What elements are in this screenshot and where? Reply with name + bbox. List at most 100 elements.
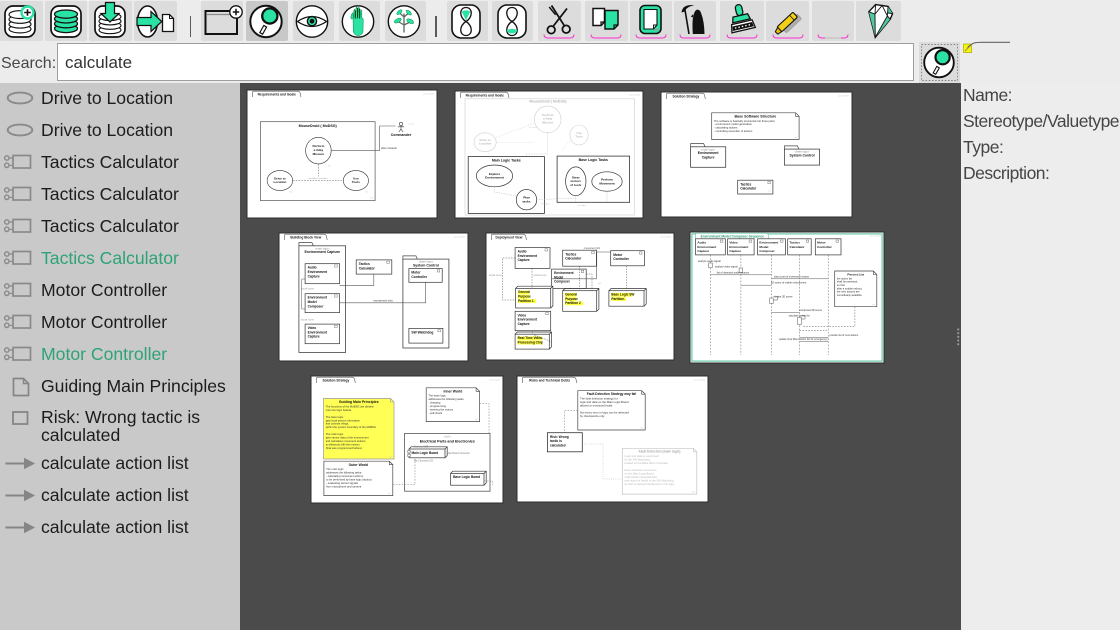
svg-text:Capture: Capture	[308, 274, 320, 278]
svg-text:Calculator: Calculator	[565, 257, 582, 261]
svg-text:The main logic: The main logic	[326, 432, 344, 436]
svg-text:actual scene: actual scene	[301, 318, 315, 321]
svg-text:Composer: Composer	[554, 280, 571, 284]
svg-text:allows for unnoticed faults:: allows for unnoticed faults:	[580, 403, 613, 407]
svg-text:tbd: tbd	[640, 427, 643, 430]
svg-text:tbd: tbd	[794, 136, 797, 139]
svg-text:Capture: Capture	[518, 322, 530, 326]
svg-text:Camera, USB: Camera, USB	[414, 446, 429, 449]
svg-text:Base Software Structure: Base Software Structure	[735, 115, 777, 119]
svg-text:addresses the following tasks:: addresses the following tasks:	[428, 397, 464, 401]
svg-text:- programming: - programming	[428, 404, 446, 408]
svg-text:Inner World: Inner World	[444, 389, 463, 393]
svg-text:Partition: Partition	[611, 297, 624, 301]
svg-text:- evaluating sensor signals: - evaluating sensor signals	[326, 481, 358, 485]
svg-text:Mic Connector I2S: Mic Connector I2S	[414, 460, 433, 463]
svg-text:Deployment View: Deployment View	[496, 235, 523, 239]
svg-text:Commander: Commander	[391, 133, 412, 137]
svg-text:Tools: Tools	[575, 135, 583, 139]
svg-text:Composer: Composer	[759, 249, 775, 253]
svg-text:actual scene: actual scene	[301, 287, 315, 290]
svg-text:MouseDroid ( MoDSG): MouseDroid ( MoDSG)	[529, 100, 566, 104]
svg-text:Mission: Mission	[313, 152, 325, 156]
svg-text:Environment Model Composer Seq: Environment Model Composer Sequence	[701, 234, 765, 238]
svg-text:Main Logic Tasks: Main Logic Tasks	[492, 159, 521, 163]
svg-text:Low-D3000: Low-D3000	[870, 235, 882, 237]
svg-text:Capture: Capture	[702, 155, 715, 159]
svg-text:Location: Location	[273, 180, 286, 184]
svg-text:gets local sensor information: gets local sensor information	[326, 418, 361, 422]
svg-text:within the system boundary of: within the system boundary of the MoBSG.	[326, 425, 377, 429]
svg-text:Solution Strategy: Solution Strategy	[322, 378, 349, 382]
svg-text:onto two logic boards.: onto two logic boards.	[326, 408, 352, 412]
svg-text:movement info: movement info	[373, 298, 393, 302]
svg-text:Lxx-D3: Lxx-D3	[408, 124, 414, 126]
svg-text:Requirements and Goals: Requirements and Goals	[466, 93, 504, 97]
svg-text:Low-D3000: Low-D3000	[489, 379, 501, 381]
svg-text:Calculator: Calculator	[740, 187, 757, 191]
svg-text:Movement: Movement	[599, 181, 614, 185]
svg-text:Low-D3000: Low-D3000	[423, 93, 435, 95]
svg-text:step count of movement motors: step count of movement motors	[774, 275, 810, 278]
svg-text:Outer World: Outer World	[349, 463, 369, 467]
svg-text:MouseDroid ( MoDSG): MouseDroid ( MoDSG)	[299, 124, 338, 128]
svg-text:actual scene: actual scene	[534, 274, 548, 277]
svg-text:to be performed by base logic: to be performed by base logic (tactics)	[326, 478, 372, 482]
svg-text:plan mission: plan mission	[381, 146, 397, 150]
svg-text:tbd: tbd	[475, 418, 478, 421]
svg-text:«SoS»: «SoS»	[444, 436, 452, 439]
svg-text:Controller: Controller	[411, 275, 427, 279]
svg-text:by the SW Watchdog: by the SW Watchdog	[625, 458, 651, 462]
svg-text:Capture: Capture	[308, 335, 320, 339]
svg-text:Electrical Parts and Electroni: Electrical Parts and Electronics	[420, 439, 475, 443]
svg-text:gets sensor data of the enviro: gets sensor data of the environment	[326, 436, 369, 440]
svg-text:actual scene: actual scene	[489, 274, 503, 277]
svg-text:shall check processed data: shall check processed data	[625, 475, 658, 479]
svg-text:Main Logic Board: Main Logic Board	[412, 451, 439, 455]
svg-text:«include»: «include»	[529, 127, 539, 129]
svg-text:Composer: Composer	[308, 304, 325, 308]
svg-text:Every software component: Every software component	[625, 468, 657, 472]
svg-text:movement info: movement info	[584, 247, 601, 250]
svg-text:Mission: Mission	[542, 120, 553, 124]
svg-text:The base logic: The base logic	[326, 415, 344, 419]
svg-text:Base Logic Board: Base Logic Board	[453, 475, 480, 479]
svg-text:tbd: tbd	[366, 191, 369, 194]
svg-text:The software is basically stru: The software is basically structured int…	[714, 119, 776, 123]
svg-text:The main logic: The main logic	[326, 467, 344, 471]
svg-text:tbd: tbd	[692, 491, 695, 494]
svg-text:Requirements and Goals: Requirements and Goals	[258, 92, 296, 96]
svg-text:tbd: tbd	[290, 191, 293, 194]
svg-text:Low-D3000: Low-D3000	[838, 95, 850, 97]
svg-text:«include» «include»: «include» «include»	[308, 178, 328, 180]
svg-text:tbd: tbd	[328, 165, 331, 168]
svg-text:- calculating actions: - calculating actions	[714, 126, 738, 130]
svg-text:from microphone and camera: from microphone and camera	[326, 485, 362, 489]
svg-text:Tactics: Tactics	[359, 262, 370, 266]
svg-text:tbd: tbd	[388, 492, 391, 495]
svg-text:Low-D3000: Low-D3000	[660, 236, 672, 238]
svg-text:tasks: tasks	[523, 200, 531, 204]
svg-text:(that was programmed before).: (that was programmed before).	[326, 446, 363, 450]
svg-text:Location: Location	[479, 142, 492, 146]
svg-text:Partition 2: Partition 2	[565, 301, 581, 305]
svg-text:of tools: of tools	[570, 183, 581, 187]
svg-text:Building Block View: Building Block View	[290, 235, 321, 239]
svg-text:addresses the following tasks:: addresses the following tasks:	[326, 471, 362, 475]
svg-text:The functions of the MoBSG are: The functions of the MoBSG are divided	[326, 404, 374, 408]
svg-text:Solution Strategy: Solution Strategy	[672, 94, 699, 98]
svg-text:Tactics: Tactics	[740, 182, 751, 186]
svg-text:provide list of next actions: provide list of next actions	[830, 334, 860, 337]
svg-text:list of detected audio sources: list of detected audio sources	[717, 271, 750, 274]
svg-text:Logic and data is supervised: Logic and data is supervised	[625, 454, 660, 458]
svg-text:as well as passed checkpoints: as well as passed checkpoints in the log…	[625, 482, 676, 486]
svg-text:Tactics: Tactics	[565, 252, 576, 256]
svg-text:Risks and Technical Debts: Risks and Technical Debts	[529, 378, 570, 382]
svg-text:tbd: tbd	[768, 190, 771, 193]
svg-text:- steering the motors: - steering the motors	[428, 408, 453, 412]
svg-text:Environment Capture: Environment Capture	[304, 250, 340, 254]
svg-text:Capture: Capture	[697, 249, 709, 253]
svg-text:Fault Detection (main logic): Fault Detection (main logic)	[639, 450, 681, 454]
svg-text:Partition 1: Partition 1	[518, 299, 534, 303]
svg-text:calculate action list: calculate action list	[789, 315, 810, 318]
